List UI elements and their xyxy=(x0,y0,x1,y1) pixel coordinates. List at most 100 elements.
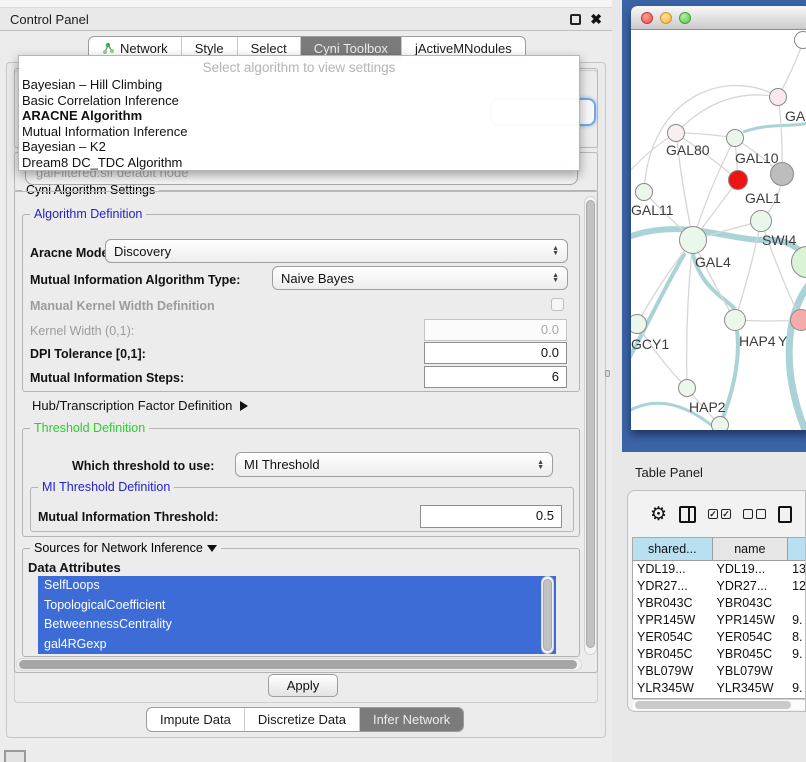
table-cell: YBL079W xyxy=(633,663,713,680)
mi-threshold-label: Mutual Information Threshold: xyxy=(38,510,219,524)
dpi-tolerance-field[interactable]: 0.0 xyxy=(424,342,567,364)
node-table[interactable]: shared...name YDL19...YDL19...13YDR27...… xyxy=(632,537,806,699)
columns-icon[interactable] xyxy=(679,506,696,523)
tab-impute-data[interactable]: Impute Data xyxy=(147,708,244,731)
node[interactable] xyxy=(770,162,794,186)
node-label: GCY1 xyxy=(631,336,669,352)
mi-algorithm-type-combobox[interactable]: Naive Bayes ▲▼ xyxy=(272,266,568,290)
document-icon[interactable] xyxy=(778,506,792,523)
table-cell xyxy=(788,595,806,612)
network-canvas[interactable]: GALGAL80GAL10GAL1GAL11SWI4GAL4GCY1HAP4YH… xyxy=(631,30,806,430)
control-panel-titlebar: Control Panel ✖ xyxy=(0,8,612,31)
kernel-width-label: Kernel Width (0,1): xyxy=(30,324,134,338)
node-label: GAL11 xyxy=(631,202,674,218)
aracne-mode-combobox[interactable]: Discovery ▲▼ xyxy=(105,239,568,263)
tab-discretize-data[interactable]: Discretize Data xyxy=(244,708,359,731)
threshold-definition-title: Threshold Definition xyxy=(30,421,149,435)
attribute-list-item[interactable]: TopologicalCoefficient xyxy=(38,596,556,616)
zoom-traffic-light-icon[interactable] xyxy=(679,12,691,24)
node-hap2[interactable] xyxy=(678,379,696,397)
node-gal80[interactable] xyxy=(667,124,685,142)
column-header[interactable]: name xyxy=(713,538,789,560)
data-attributes-label: Data Attributes xyxy=(28,560,121,575)
table-panel-title: Table Panel xyxy=(635,465,703,480)
select-all-checkboxes-icon[interactable]: ✓✓ xyxy=(708,509,731,519)
column-header[interactable] xyxy=(788,538,806,560)
table-header-row: shared...name xyxy=(633,538,806,561)
table-cell: YDR27... xyxy=(713,578,789,595)
node-hap4[interactable] xyxy=(724,309,746,331)
settings-vertical-scrollbar[interactable] xyxy=(584,196,597,655)
node-label: GAL4 xyxy=(695,254,731,270)
attribute-list-item[interactable]: BetweennessCentrality xyxy=(38,615,556,635)
column-header[interactable]: shared... xyxy=(633,538,713,560)
sources-title: Sources for Network Inference xyxy=(30,541,221,555)
dropdown-item[interactable]: Mutual Information Inference xyxy=(19,123,579,139)
table-cell: YBL079W xyxy=(713,663,789,680)
node-swi4[interactable] xyxy=(750,210,772,232)
dropdown-item[interactable]: Bayesian – Hill Climbing xyxy=(19,76,579,92)
attribute-list-item[interactable]: gal4RGexp xyxy=(38,635,556,655)
tab-infer-network[interactable]: Infer Network xyxy=(359,708,463,731)
node-gal4[interactable] xyxy=(679,226,707,254)
attr-list-scrollbar[interactable] xyxy=(541,576,554,654)
attribute-list-item[interactable]: SelfLoops xyxy=(38,576,556,596)
bottom-left-widget[interactable] xyxy=(4,750,26,762)
node-gal11[interactable] xyxy=(635,183,653,201)
kernel-width-field[interactable]: 0.0 xyxy=(424,319,567,341)
panel-splitter-handle[interactable] xyxy=(605,370,610,377)
apply-button[interactable]: Apply xyxy=(268,674,338,697)
data-attributes-list[interactable]: SelfLoopsTopologicalCoefficientBetweenne… xyxy=(38,576,556,654)
expand-right-icon xyxy=(240,401,248,411)
table-row[interactable]: YLR345WYLR345W9. xyxy=(633,680,806,697)
mi-steps-label: Mutual Information Steps: xyxy=(30,371,184,385)
node[interactable] xyxy=(794,31,806,49)
node-gal[interactable] xyxy=(769,88,787,106)
which-threshold-combobox[interactable]: MI Threshold ▲▼ xyxy=(235,452,553,477)
deselect-all-checkboxes-icon[interactable] xyxy=(743,509,766,519)
table-cell: 9. xyxy=(788,612,806,629)
table-cell: YBR043C xyxy=(633,595,713,612)
manual-kernel-width-checkbox[interactable] xyxy=(551,298,564,311)
combo-arrows-icon: ▲▼ xyxy=(552,273,559,283)
aracne-mode-label: Aracne Mode: xyxy=(30,246,113,260)
table-row[interactable]: YBR043CYBR043C xyxy=(633,595,806,612)
close-icon[interactable]: ✖ xyxy=(590,14,602,25)
table-horizontal-scrollbar[interactable] xyxy=(633,699,806,710)
dropdown-item[interactable]: Dream8 DC_TDC Algorithm xyxy=(19,154,579,170)
dpi-tolerance-label: DPI Tolerance [0,1]: xyxy=(30,347,146,361)
algorithm-definition-title: Algorithm Definition xyxy=(30,207,146,221)
minimize-traffic-light-icon[interactable] xyxy=(660,12,672,24)
node-label: HAP2 xyxy=(689,399,726,415)
node-label: SWI4 xyxy=(762,232,796,248)
hub-definition-expander[interactable]: Hub/Transcription Factor Definition xyxy=(32,398,248,413)
algorithm-dropdown-popup: Select algorithm to view settings Bayesi… xyxy=(18,55,580,171)
table-cell: YLR345W xyxy=(713,680,789,697)
dropdown-item[interactable]: Bayesian – K2 xyxy=(19,138,579,154)
mi-steps-field[interactable]: 6 xyxy=(424,366,567,388)
table-row[interactable]: YBL079WYBL079W xyxy=(633,663,806,680)
cyni-bottom-tabbar: Impute Data Discretize Data Infer Networ… xyxy=(146,707,464,732)
node-gal10[interactable] xyxy=(726,129,744,147)
table-row[interactable]: YBR045CYBR045C9. xyxy=(633,646,806,663)
table-cell: YPR145W xyxy=(713,612,789,629)
float-window-icon[interactable] xyxy=(570,14,581,25)
table-row[interactable]: YPR145WYPR145W9. xyxy=(633,612,806,629)
close-traffic-light-icon[interactable] xyxy=(641,12,653,24)
table-row[interactable]: YDL19...YDL19...13 xyxy=(633,561,806,578)
gear-icon[interactable]: ⚙ xyxy=(650,503,667,526)
node[interactable] xyxy=(711,416,729,430)
dropdown-item[interactable]: ARACNE Algorithm xyxy=(19,107,579,123)
table-row[interactable]: YDR27...YDR27...12 xyxy=(633,578,806,595)
node-y[interactable] xyxy=(790,309,806,331)
settings-horizontal-scrollbar[interactable] xyxy=(16,658,582,671)
table-row[interactable]: YER054CYER054C8. xyxy=(633,629,806,646)
node-gal1[interactable] xyxy=(728,170,748,190)
table-cell: YPR145W xyxy=(633,612,713,629)
dropdown-item[interactable]: Basic Correlation Inference xyxy=(19,92,579,108)
network-window-titlebar xyxy=(631,6,806,30)
table-cell: YBR045C xyxy=(633,646,713,663)
dropdown-placeholder: Select algorithm to view settings xyxy=(19,56,579,76)
mi-threshold-field[interactable]: 0.5 xyxy=(420,505,562,528)
node-label: GAL10 xyxy=(735,150,779,166)
